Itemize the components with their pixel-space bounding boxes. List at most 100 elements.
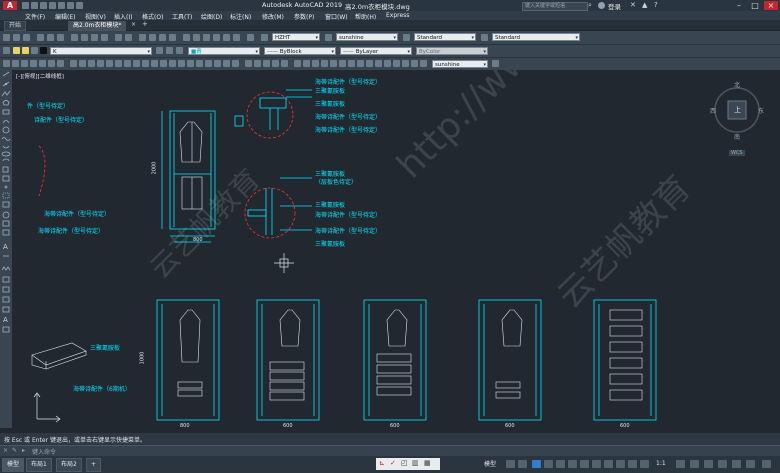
text-style-icon[interactable] [261,34,268,41]
compass-east[interactable]: 东 [758,106,764,115]
hardware-acceleration-icon[interactable] [718,460,727,468]
rotate-icon[interactable] [321,60,328,67]
dim-space-icon[interactable] [160,60,167,67]
transparency-icon[interactable] [616,460,625,468]
lineweight-combo[interactable]: —— ByLayer ▾ [340,47,412,55]
scale-icon[interactable] [339,60,346,67]
tool-table[interactable] [2,221,10,227]
wcs-menu[interactable]: WCS [729,150,745,156]
tool-ellipse[interactable] [2,151,10,157]
grid-icon[interactable] [506,460,515,468]
tool-region[interactable] [2,212,10,218]
markup-icon[interactable] [223,34,230,41]
circle-icon[interactable] [57,60,64,67]
sign-in-link[interactable]: 登录 [608,1,621,11]
dim-radius-icon[interactable] [106,60,113,67]
tool-ellipse-arc[interactable] [2,158,10,164]
object-snap-tracking-icon[interactable] [592,460,601,468]
fillet-icon[interactable] [366,60,373,67]
copy-object-icon[interactable] [303,60,310,67]
line-icon[interactable] [3,60,10,67]
dim-style-icon[interactable] [325,34,332,41]
help-icon[interactable] [247,34,254,41]
erase-icon[interactable] [411,60,418,67]
stretch-icon[interactable] [312,60,319,67]
new-tab-icon[interactable]: + [142,20,148,28]
view-cube-top-face[interactable]: 上 [734,105,741,115]
add-scale-icon[interactable] [690,460,699,468]
quickcalc-icon[interactable] [233,34,240,41]
linetype-combo[interactable]: —— ByBlock ▾ [264,47,336,55]
tool-line[interactable] [2,70,10,76]
viewport-controls[interactable]: [-][俯视][二维线框] [16,72,64,80]
chamfer-icon[interactable] [375,60,382,67]
tool-polyline[interactable] [2,90,10,96]
array-icon[interactable] [402,60,409,67]
lineweight-icon[interactable]: ▦ [424,459,431,467]
view-cube[interactable]: 北 东 西 南 上 WCS [705,80,765,160]
compass-west[interactable]: 西 [710,106,716,115]
tab-layout1[interactable]: 布局1 [26,458,52,472]
tool-polygon[interactable] [2,100,10,106]
dim-aligned-icon[interactable] [79,60,86,67]
plot-icon[interactable] [37,34,44,41]
add-leader-icon[interactable] [254,60,261,67]
new-icon[interactable] [22,2,29,9]
new-icon[interactable] [3,34,10,41]
dim-update-icon[interactable] [232,60,239,67]
otrack-icon[interactable]: ▥ [412,459,419,467]
undo-icon[interactable] [115,34,122,41]
jogged-linear-icon[interactable] [205,60,212,67]
zoom-previous-icon[interactable] [169,34,176,41]
close-cmd-icon[interactable]: × [3,447,8,454]
table-style-combo[interactable]: Standard ▾ [414,33,476,41]
match-properties-icon[interactable] [101,34,108,41]
make-current-icon[interactable] [156,47,163,54]
maximize-button[interactable]: □ [748,1,762,10]
remove-leader-icon[interactable] [263,60,270,67]
save-icon[interactable] [40,2,47,9]
color-combo[interactable]: ■青 ▾ [188,47,260,55]
saveas-icon[interactable] [49,2,56,9]
command-input[interactable]: 键入命令 [32,447,56,456]
compass-north[interactable]: 北 [734,80,740,89]
layer-state-icon[interactable] [176,47,183,54]
selection-cycling-icon[interactable] [628,460,637,468]
tab-layout2[interactable]: 布局2 [56,458,82,472]
redo-icon[interactable] [125,34,132,41]
osnap-icon[interactable]: ◰ [401,459,408,467]
tool-spline[interactable] [2,144,10,150]
dim-arc-icon[interactable] [88,60,95,67]
tool-gradient[interactable] [2,202,10,208]
tool-hatch[interactable] [2,193,10,199]
properties-icon[interactable] [183,34,190,41]
user-icon[interactable] [598,2,605,9]
minimize-button[interactable]: – [732,1,746,10]
construction-line-icon[interactable] [12,60,19,67]
collect-leader-icon[interactable] [281,60,288,67]
tab-model[interactable]: 模型 [2,458,25,472]
mleader-style-combo[interactable]: Standard ▾ [492,33,580,41]
save-icon[interactable] [23,34,30,41]
tolerance-icon[interactable] [178,60,185,67]
quick-dim-icon[interactable] [133,60,140,67]
compass-south[interactable]: 南 [734,132,740,141]
print-icon[interactable] [58,2,65,9]
tool-rectangle[interactable] [2,109,10,115]
polar-tracking-icon[interactable] [568,460,577,468]
tool-point[interactable] [2,185,10,191]
text-style-combo[interactable]: HZHT ▾ [272,33,320,41]
infer-constraints-icon[interactable] [532,460,541,468]
search-icon[interactable]: ⌕ [588,1,592,10]
lock-icon[interactable] [31,47,38,54]
isodraft-icon[interactable] [580,460,589,468]
tool-palettes-icon[interactable] [203,34,210,41]
polygon-icon[interactable] [30,60,37,67]
inspect-icon[interactable] [196,60,203,67]
exchange-icon[interactable]: ✕ [630,1,636,9]
help-icon[interactable]: ? [654,1,658,9]
break-icon[interactable] [420,60,427,67]
trim-icon[interactable] [348,60,355,67]
search-input[interactable]: 键入关键字或短语 [522,2,588,11]
object-snap-icon[interactable] [604,460,613,468]
